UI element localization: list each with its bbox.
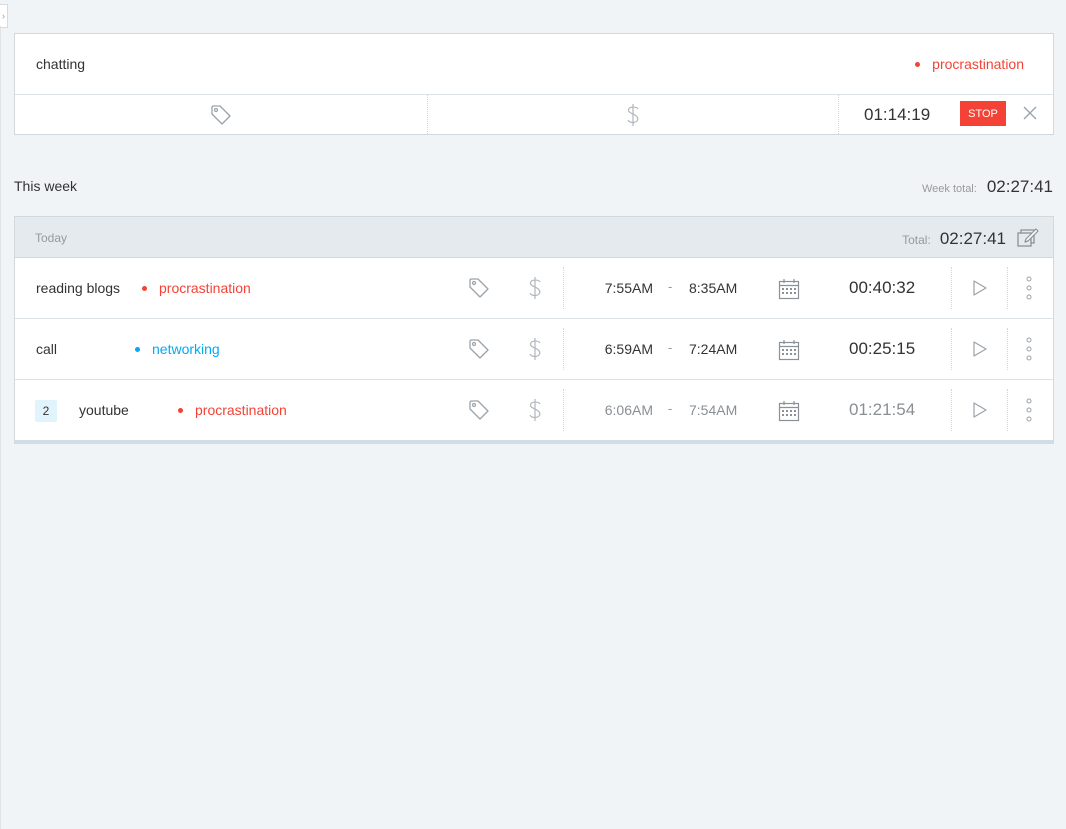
week-total: Week total: 02:27:41	[922, 177, 1053, 197]
entry-start-time[interactable]: 7:55AM	[579, 280, 653, 296]
project-color-dot	[915, 61, 921, 67]
entry-end-time[interactable]: 7:24AM	[689, 341, 737, 357]
bulk-edit-icon[interactable]	[1017, 228, 1039, 248]
time-entry-row[interactable]: reading blogs procrastination 7:55AM - 8…	[15, 258, 1053, 319]
divider	[951, 389, 952, 431]
timer-bar: chatting procrastination 01:14:19 STOP	[14, 33, 1054, 135]
time-separator: -	[668, 279, 673, 294]
entry-project-name: procrastination	[195, 402, 287, 418]
entry-end-time[interactable]: 7:54AM	[689, 402, 737, 418]
week-total-label: Week total:	[921, 183, 977, 195]
entry-project[interactable]: procrastination	[178, 402, 287, 418]
divider	[951, 267, 952, 309]
calendar-icon[interactable]	[778, 400, 800, 422]
play-icon[interactable]	[972, 401, 988, 419]
entry-project-name: procrastination	[159, 280, 251, 296]
entry-description[interactable]: youtube	[79, 402, 129, 418]
dollar-icon[interactable]	[527, 276, 543, 300]
divider	[1007, 389, 1008, 431]
week-total-value: 02:27:41	[986, 177, 1053, 196]
time-entry-row[interactable]: call networking 6:59AM - 7:24AM 00:25:15	[15, 319, 1053, 380]
day-total-value: 02:27:41	[939, 229, 1006, 248]
more-vertical-icon[interactable]	[1025, 398, 1033, 422]
entry-duration[interactable]: 00:40:32	[849, 278, 915, 298]
time-separator: -	[668, 401, 673, 416]
dollar-icon[interactable]	[527, 337, 543, 361]
entry-duration[interactable]: 00:25:15	[849, 339, 915, 359]
more-vertical-icon[interactable]	[1025, 337, 1033, 361]
week-label: This week	[14, 178, 78, 194]
timer-top-row: chatting procrastination	[15, 34, 1053, 95]
dollar-icon	[627, 103, 639, 126]
dollar-icon[interactable]	[527, 398, 543, 422]
timer-description-input[interactable]: chatting	[36, 56, 85, 72]
time-separator: -	[668, 340, 673, 355]
divider	[951, 328, 952, 370]
day-total: Total: 02:27:41	[902, 229, 1006, 249]
tag-icon[interactable]	[468, 338, 490, 360]
time-entry-row[interactable]: 2 youtube procrastination 6:06AM - 7:54A…	[15, 380, 1053, 440]
entry-description[interactable]: reading blogs	[36, 280, 120, 296]
project-color-dot	[178, 407, 183, 413]
timer-bottom-row: 01:14:19 STOP	[15, 95, 1053, 134]
tag-icon[interactable]	[468, 277, 490, 299]
close-icon[interactable]	[1022, 105, 1038, 121]
stop-button[interactable]: STOP	[960, 101, 1006, 126]
day-group: Today Total: 02:27:41 reading blogs proc…	[14, 216, 1054, 444]
calendar-icon[interactable]	[778, 339, 800, 361]
entry-project[interactable]: networking	[135, 341, 220, 357]
timer-billable-button[interactable]	[428, 95, 839, 134]
tag-icon[interactable]	[468, 399, 490, 421]
entry-start-time[interactable]: 6:06AM	[579, 402, 653, 418]
divider	[1007, 328, 1008, 370]
timer-tag-button[interactable]	[15, 95, 428, 134]
more-vertical-icon[interactable]	[1025, 276, 1033, 300]
divider	[563, 389, 564, 431]
entry-project[interactable]: procrastination	[142, 280, 251, 296]
calendar-icon[interactable]	[778, 278, 800, 300]
tag-icon	[211, 104, 231, 125]
play-icon[interactable]	[972, 279, 988, 297]
timer-project-picker[interactable]: procrastination	[915, 56, 1024, 72]
page-edge	[0, 26, 1, 829]
divider	[563, 267, 564, 309]
project-color-dot	[142, 285, 147, 291]
divider	[563, 328, 564, 370]
divider	[1007, 267, 1008, 309]
entry-duration[interactable]: 01:21:54	[849, 400, 915, 420]
entry-start-time[interactable]: 6:59AM	[579, 341, 653, 357]
project-color-dot	[135, 346, 140, 352]
day-header: Today Total: 02:27:41	[15, 217, 1053, 258]
play-icon[interactable]	[972, 340, 988, 358]
timer-controls: 01:14:19 STOP	[839, 95, 1053, 134]
entry-end-time[interactable]: 8:35AM	[689, 280, 737, 296]
entry-project-name: networking	[152, 341, 220, 357]
sidebar-toggle[interactable]: ›	[0, 4, 8, 28]
timer-project-name: procrastination	[932, 56, 1024, 72]
day-total-label: Total:	[902, 233, 931, 247]
chevron-right-icon: ›	[2, 11, 5, 21]
group-count-badge[interactable]: 2	[35, 400, 57, 422]
entry-description[interactable]: call	[36, 341, 57, 357]
timer-elapsed: 01:14:19	[864, 105, 931, 124]
day-name: Today	[35, 231, 68, 245]
